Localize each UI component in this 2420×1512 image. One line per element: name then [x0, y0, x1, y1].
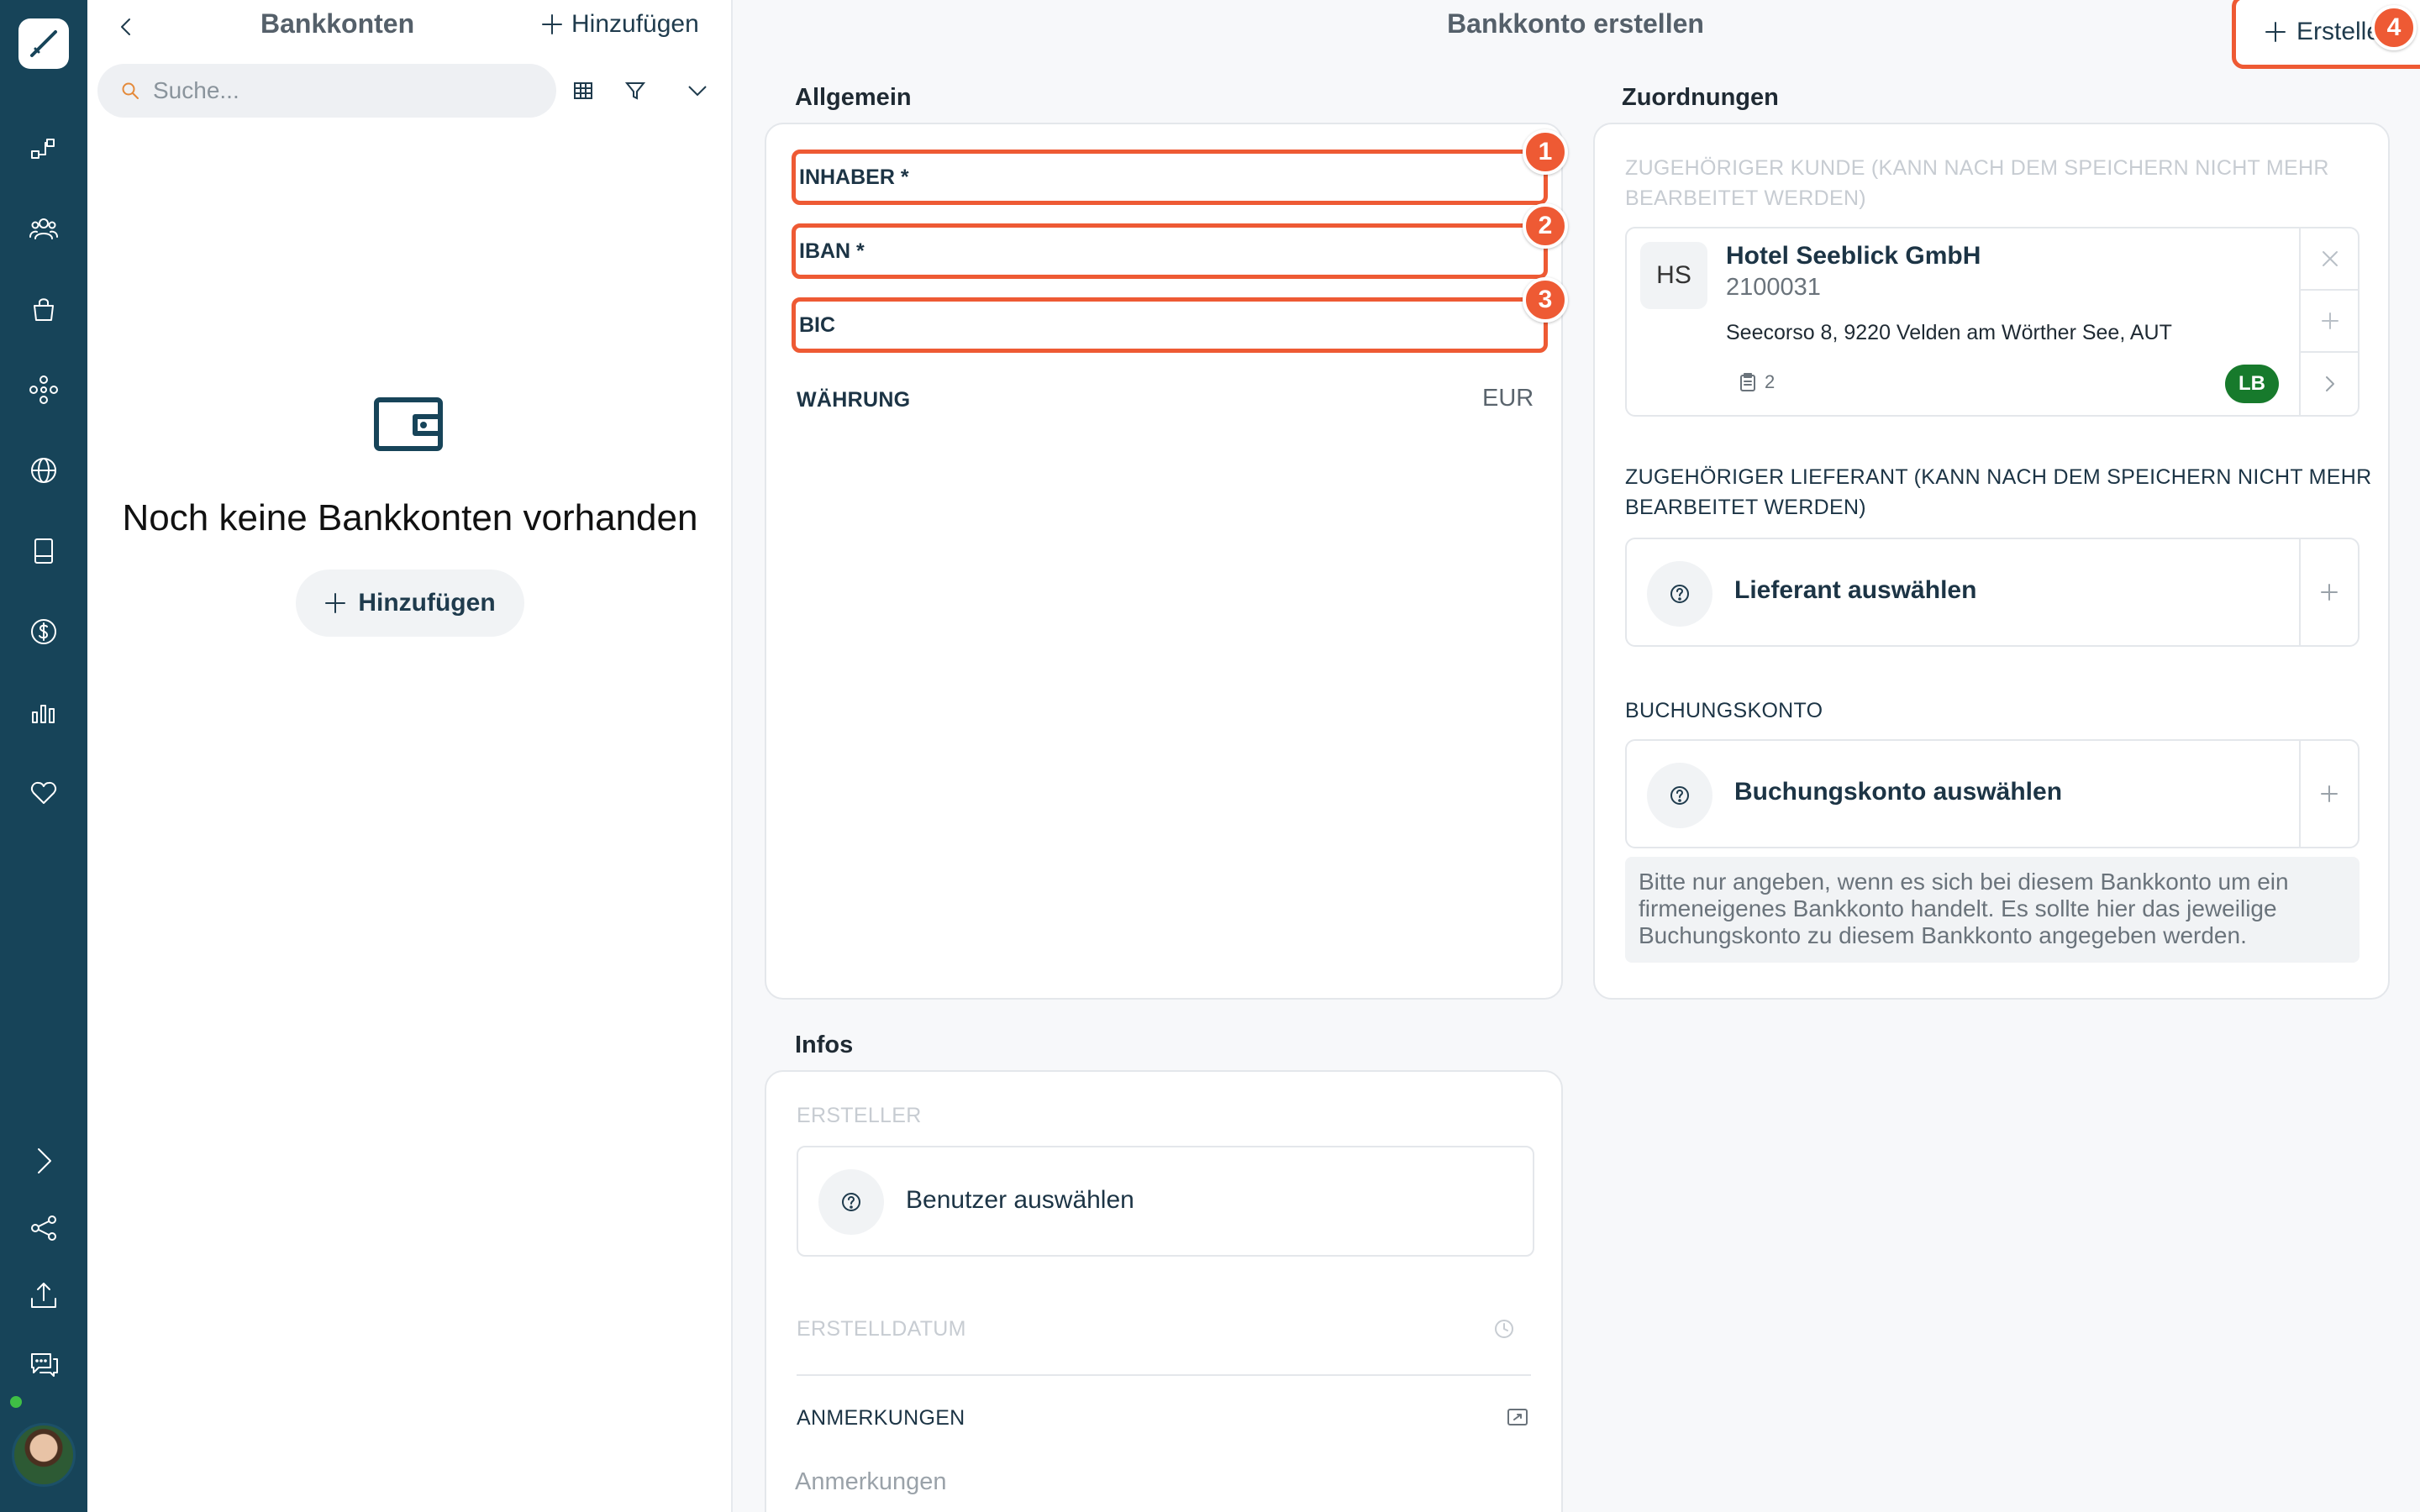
- help-circle-icon: [818, 1169, 884, 1235]
- assignments-section-title: Zuordnungen: [1622, 84, 1779, 111]
- chevron-right-icon: [2326, 376, 2334, 391]
- currency-select[interactable]: EUR: [1482, 385, 1534, 412]
- close-icon: [2323, 251, 2338, 266]
- currency-label: WÄHRUNG: [797, 388, 911, 412]
- bank-accounts-list-panel: Bankkonten Hinzufügen Noch keine Bankkon…: [87, 0, 733, 1512]
- expand-editor-icon[interactable]: [1506, 1406, 1529, 1428]
- filter-icon[interactable]: [618, 74, 652, 108]
- customer-label-line1: ZUGEHÖRIGER KUNDE (KANN NACH DEM SPEICHE…: [1625, 156, 2329, 180]
- supplier-picker-label: Lieferant auswählen: [1734, 576, 1977, 604]
- booking-account-hint: Bitte nur angeben, wenn es sich bei dies…: [1625, 857, 2360, 963]
- add-customer-button[interactable]: [2301, 291, 2360, 353]
- iban-field[interactable]: IBAN *: [792, 223, 1548, 279]
- shopping-bag-icon[interactable]: [24, 289, 64, 329]
- creator-label: ERSTELLER: [797, 1104, 922, 1127]
- clock-icon[interactable]: [1492, 1317, 1516, 1341]
- add-booking-account-button[interactable]: [2299, 741, 2358, 847]
- supplier-label-line2: BEARBEITET WERDEN): [1625, 496, 1866, 519]
- plus-icon: [2265, 22, 2286, 42]
- owner-field[interactable]: INHABER *: [792, 150, 1548, 205]
- bar-chart-icon[interactable]: [24, 692, 64, 732]
- infos-card: [765, 1070, 1563, 1512]
- plus-icon: [325, 593, 346, 613]
- customer-address: Seecorso 8, 9220 Velden am Wörther See, …: [1726, 321, 2172, 344]
- general-section-title: Allgemein: [795, 84, 912, 111]
- customer-name: Hotel Seeblick GmbH: [1726, 242, 1981, 270]
- notes-label: ANMERKUNGEN: [797, 1406, 965, 1430]
- table-view-icon[interactable]: [566, 74, 600, 108]
- contacts-icon[interactable]: [24, 208, 64, 249]
- book-icon[interactable]: [24, 531, 64, 571]
- expand-icon[interactable]: [24, 1141, 64, 1181]
- chevron-down-icon[interactable]: [681, 74, 714, 108]
- iban-field-label: IBAN *: [799, 239, 865, 263]
- dollar-icon[interactable]: [24, 612, 64, 652]
- help-circle-icon: [1647, 763, 1712, 828]
- customer-documents-count: 2: [1765, 371, 1776, 392]
- plus-icon: [2321, 584, 2338, 601]
- upload-icon[interactable]: [24, 1275, 64, 1315]
- remove-customer-button[interactable]: [2301, 228, 2360, 291]
- empty-state-add-label: Hinzufügen: [358, 589, 496, 617]
- creator-picker-label: Benutzer auswählen: [906, 1186, 1134, 1214]
- owner-badge: LB: [2225, 365, 2279, 403]
- workflow-icon[interactable]: [24, 129, 64, 170]
- search-field[interactable]: [97, 64, 556, 118]
- customer-avatar: HS: [1640, 242, 1707, 309]
- booking-account-picker-label: Buchungskonto auswählen: [1734, 778, 2063, 806]
- add-supplier-button[interactable]: [2299, 539, 2358, 645]
- step-badge-4: 4: [2371, 5, 2417, 50]
- bic-field[interactable]: BIC: [792, 297, 1548, 353]
- customer-number: 2100031: [1726, 274, 1821, 301]
- help-circle-icon: [1647, 561, 1712, 627]
- list-panel-header: Bankkonten Hinzufügen: [87, 0, 733, 54]
- supplier-picker[interactable]: Lieferant auswählen: [1625, 538, 2360, 647]
- clipboard-icon: [1740, 373, 1755, 391]
- back-chevron-icon[interactable]: [111, 12, 141, 42]
- app-sidebar: [0, 0, 87, 1512]
- empty-state-add-button[interactable]: Hinzufügen: [296, 570, 524, 637]
- step-badge-2: 2: [1523, 203, 1568, 249]
- user-avatar[interactable]: [12, 1423, 76, 1487]
- notes-input[interactable]: [795, 1465, 1467, 1499]
- empty-state-title: Noch keine Bankkonten vorhanden: [122, 497, 698, 538]
- customer-documents: 2: [1739, 371, 1775, 393]
- share-icon[interactable]: [24, 1208, 64, 1248]
- add-bank-account-label: Hinzufügen: [571, 10, 699, 38]
- infos-section-title: Infos: [795, 1032, 854, 1058]
- search-input[interactable]: [153, 77, 506, 104]
- step-badge-3: 3: [1523, 277, 1568, 323]
- booking-account-label: BUCHUNGSKONTO: [1625, 699, 1823, 722]
- bic-field-label: BIC: [799, 312, 836, 337]
- online-status-indicator: [8, 1394, 24, 1410]
- customer-card[interactable]: HS Hotel Seeblick GmbH 2100031 Seecorso …: [1625, 227, 2360, 417]
- globe-icon[interactable]: [24, 450, 64, 491]
- divider: [797, 1374, 1531, 1376]
- plus-icon: [542, 14, 562, 34]
- page-title: Bankkonto erstellen: [1447, 8, 1704, 39]
- created-date-label: ERSTELLDATUM: [797, 1317, 966, 1341]
- list-panel-title: Bankkonten: [260, 8, 415, 39]
- logo-icon[interactable]: [18, 18, 69, 69]
- creator-picker[interactable]: Benutzer auswählen: [797, 1146, 1534, 1257]
- plus-icon: [2322, 312, 2338, 329]
- booking-account-picker[interactable]: Buchungskonto auswählen: [1625, 739, 2360, 848]
- search-icon: [122, 82, 139, 99]
- network-icon[interactable]: [24, 370, 64, 410]
- customer-actions: [2299, 228, 2360, 415]
- supplier-label-line1: ZUGEHÖRIGER LIEFERANT (KANN NACH DEM SPE…: [1625, 465, 2372, 489]
- open-customer-button[interactable]: [2301, 353, 2360, 415]
- owner-field-label: INHABER *: [799, 165, 909, 189]
- customer-label-line2: BEARBEITET WERDEN): [1625, 186, 1866, 210]
- heart-icon[interactable]: [24, 773, 64, 813]
- wallet-icon: [373, 393, 444, 454]
- step-badge-1: 1: [1523, 129, 1568, 175]
- chat-icon[interactable]: [24, 1344, 64, 1384]
- add-bank-account-button[interactable]: Hinzufügen: [541, 10, 699, 39]
- plus-icon: [2321, 785, 2338, 802]
